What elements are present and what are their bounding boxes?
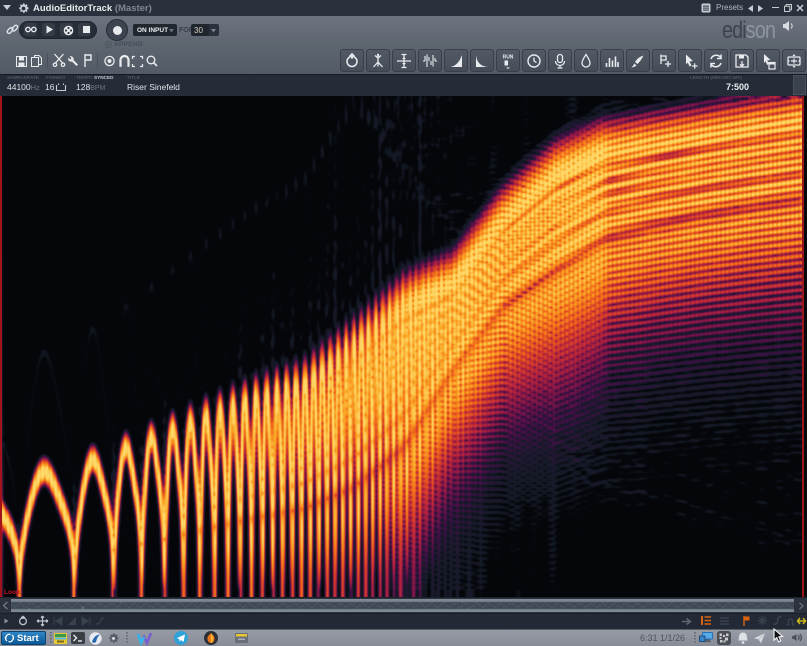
svg-text:RUN: RUN [502,54,513,60]
